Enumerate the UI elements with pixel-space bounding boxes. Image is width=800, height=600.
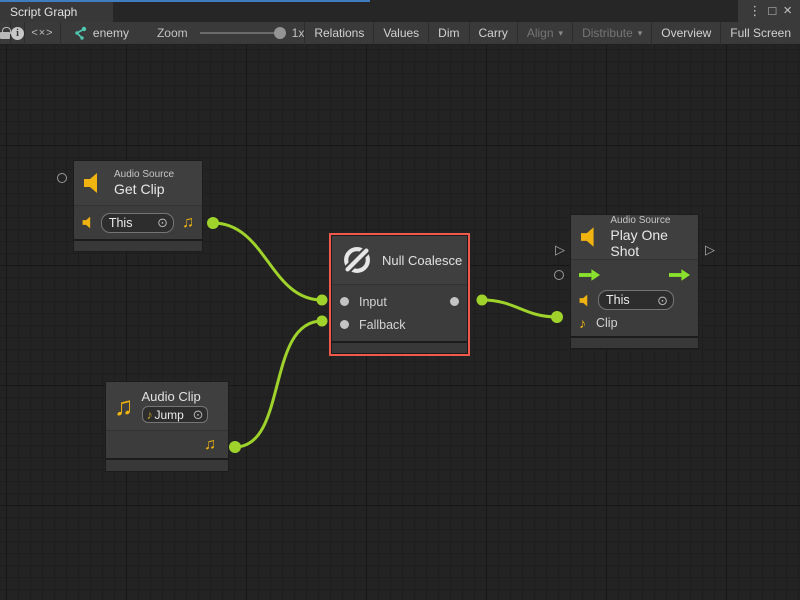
clip-port-icon: ♪ <box>579 315 586 331</box>
chevron-down-icon: ▾ <box>638 28 643 39</box>
input-port-label: Input <box>359 295 387 309</box>
distribute-dropdown[interactable]: Distribute ▾ <box>573 22 652 45</box>
audio-source-icon <box>83 172 105 194</box>
this-object-field[interactable]: This ⊙ <box>598 290 674 310</box>
code-brackets-icon: <×> <box>31 27 53 39</box>
graph-toolbar: i <×> enemy Zoom 1x Relations Values Dim… <box>0 22 800 45</box>
note-icon: ♪ <box>147 409 153 421</box>
script-graph-icon <box>73 26 87 40</box>
wire-endpoint[interactable] <box>317 295 328 306</box>
fallback-port-label: Fallback <box>359 318 406 332</box>
object-picker-icon[interactable]: ⊙ <box>193 408 204 421</box>
object-picker-icon[interactable]: ⊙ <box>157 216 168 229</box>
zoom-value: 1x <box>292 26 305 40</box>
flow-input-port[interactable]: ▷ <box>555 243 565 256</box>
node-audio-clip-literal[interactable]: ♫ Audio Clip ♪ Jump ⊙ ♫ <box>106 382 228 471</box>
zoom-slider[interactable] <box>200 32 284 34</box>
relations-button[interactable]: Relations <box>305 22 374 45</box>
flow-output-port[interactable]: ▷ <box>705 243 715 256</box>
align-dropdown[interactable]: Align ▾ <box>518 22 573 45</box>
audio-clip-value: Jump <box>155 408 184 422</box>
carry-button[interactable]: Carry <box>470 22 518 45</box>
lock-icon <box>0 32 10 39</box>
distribute-label: Distribute <box>582 26 633 40</box>
more-menu-icon[interactable]: ⋮ <box>748 0 761 22</box>
object-picker-icon[interactable]: ⊙ <box>657 294 668 307</box>
edit-graph-button[interactable]: <×> <box>25 22 61 45</box>
toolbar-buttons: Relations Values Dim Carry Align ▾ Distr… <box>304 22 800 45</box>
node-null-coalesce[interactable]: Null Coalesce Input Fallback <box>332 236 467 353</box>
wire-endpoint[interactable] <box>477 295 488 306</box>
node-play-one-shot[interactable]: Audio Source Play One Shot ▷ ▷ <box>571 215 698 348</box>
result-output-port[interactable] <box>450 297 459 306</box>
node-title: Audio Clip <box>142 389 208 404</box>
node-footer <box>106 460 228 471</box>
node-footer <box>74 241 202 251</box>
node-footer <box>332 343 467 353</box>
node-title: Null Coalesce <box>382 253 462 268</box>
node-get-clip[interactable]: Audio Source Get Clip This ⊙ ♫ <box>74 161 202 251</box>
audio-clip-icon: ♫ <box>114 393 134 419</box>
wire-endpoint[interactable] <box>207 217 219 229</box>
window-tab-bar: Script Graph ⋮ □ × <box>0 0 800 22</box>
node-title: Play One Shot <box>610 227 698 259</box>
node-footer <box>571 338 698 348</box>
flow-out-arrow-icon <box>669 269 690 281</box>
chevron-down-icon: ▾ <box>559 28 564 39</box>
node-category: Audio Source <box>114 169 174 181</box>
maximize-icon[interactable]: □ <box>768 0 776 22</box>
this-value: This <box>109 216 133 230</box>
zoom-slider-handle[interactable] <box>274 27 286 39</box>
audio-source-mini-icon <box>579 294 592 307</box>
null-coalesce-icon <box>341 244 373 276</box>
zoom-control: Zoom 1x <box>157 26 304 40</box>
overview-button[interactable]: Overview <box>652 22 721 45</box>
wire-endpoint[interactable] <box>229 441 241 453</box>
zoom-label: Zoom <box>157 26 188 40</box>
node-title: Get Clip <box>114 181 174 197</box>
audioclip-output-port-icon[interactable]: ♫ <box>204 437 216 453</box>
wire-output-to-clip[interactable] <box>482 300 557 317</box>
clip-port-label: Clip <box>596 316 618 330</box>
this-object-field[interactable]: This ⊙ <box>101 213 174 233</box>
info-icon: i <box>11 27 24 40</box>
wire-endpoint[interactable] <box>551 311 563 323</box>
wire-endpoint[interactable] <box>317 316 328 327</box>
tab-script-graph[interactable]: Script Graph <box>0 2 113 22</box>
audio-clip-field[interactable]: ♪ Jump ⊙ <box>142 406 208 423</box>
fullscreen-button[interactable]: Full Screen <box>721 22 800 45</box>
values-button[interactable]: Values <box>374 22 429 45</box>
window-controls: ⋮ □ × <box>738 0 800 22</box>
this-input-port[interactable] <box>554 270 564 280</box>
audioclip-output-port-icon[interactable]: ♫ <box>182 215 194 231</box>
audio-source-mini-icon <box>82 216 95 229</box>
input-port[interactable] <box>340 297 349 306</box>
align-label: Align <box>527 26 554 40</box>
info-button[interactable]: i <box>11 22 25 45</box>
this-input-port[interactable] <box>57 173 67 183</box>
close-icon[interactable]: × <box>783 0 792 22</box>
audio-source-icon <box>580 226 601 248</box>
this-value: This <box>606 293 630 307</box>
graph-name-label: enemy <box>93 26 129 40</box>
node-category: Audio Source <box>610 215 698 227</box>
flow-in-arrow-icon <box>579 269 600 281</box>
dim-button[interactable]: Dim <box>429 22 469 45</box>
wire-getclip-to-input[interactable] <box>213 223 322 300</box>
wire-audioclip-to-fallback[interactable] <box>235 321 322 447</box>
lock-button[interactable] <box>0 22 11 45</box>
fallback-port[interactable] <box>340 320 349 329</box>
graph-breadcrumb[interactable]: enemy <box>73 26 129 40</box>
graph-canvas[interactable]: Audio Source Get Clip This ⊙ ♫ <box>0 45 800 600</box>
